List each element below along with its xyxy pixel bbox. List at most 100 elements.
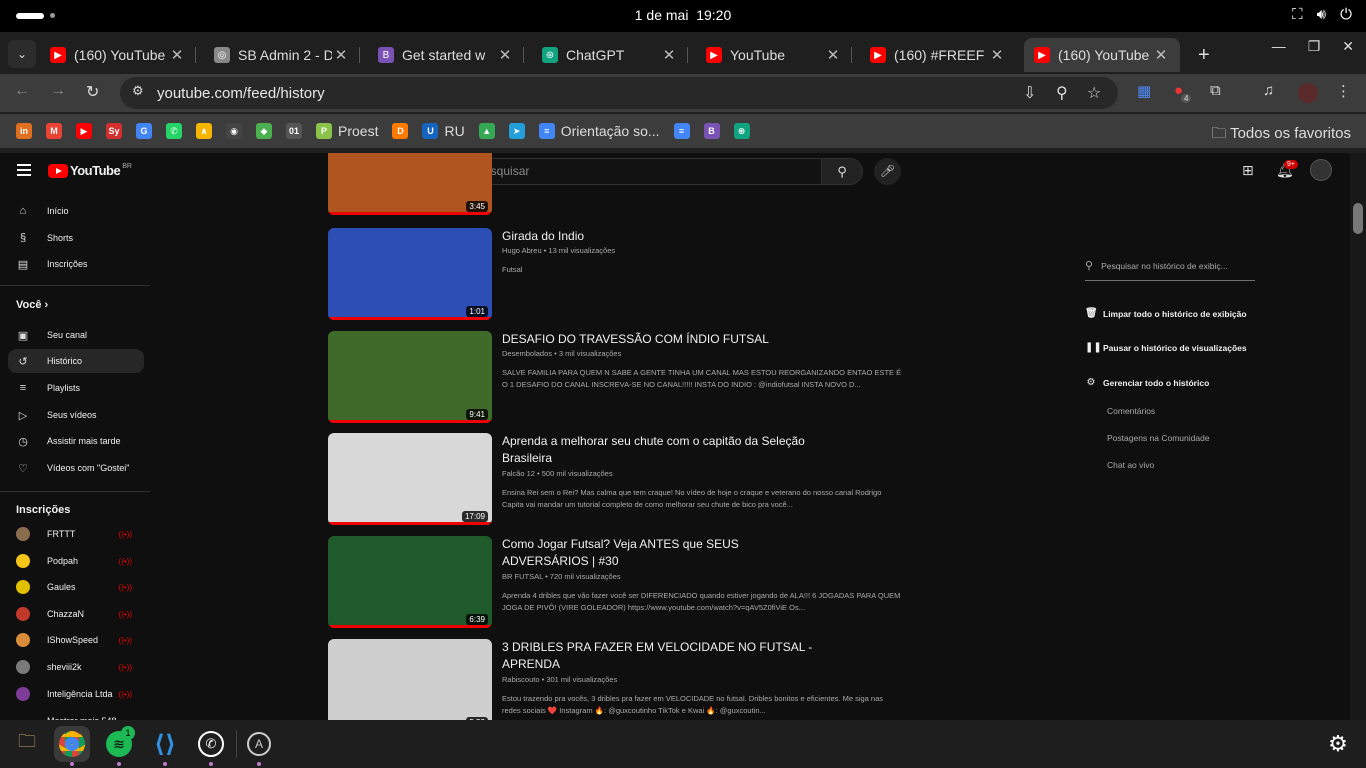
- history-video-item[interactable]: 9:41 DESAFIO DO TRAVESSÃO COM ÍNDIO FUTSA…: [328, 331, 1028, 423]
- back-button[interactable]: ←: [14, 82, 30, 100]
- bookmark-star-icon[interactable]: ☆: [1087, 83, 1101, 103]
- close-tab-icon[interactable]: ✕: [988, 46, 1006, 64]
- site-info-icon[interactable]: ⚙: [132, 83, 144, 99]
- subscription-item[interactable]: Gaules ((•)): [16, 577, 146, 597]
- new-tab-button[interactable]: +: [1188, 38, 1220, 72]
- history-search-input[interactable]: ⚲ Pesquisar no histórico de exibiç...: [1085, 251, 1255, 281]
- forward-button[interactable]: →: [50, 82, 66, 100]
- all-bookmarks-folder[interactable]: 🗀 Todos os favoritos: [1211, 123, 1351, 148]
- close-tab-icon[interactable]: ✕: [660, 46, 678, 64]
- bookmark-18[interactable]: B: [700, 119, 724, 143]
- clear-history-button[interactable]: 🗑︎ Limpar todo o histórico de exibição: [1085, 308, 1247, 319]
- video-title[interactable]: Girada do Indio: [502, 228, 822, 245]
- bookmark-5[interactable]: G: [132, 119, 156, 143]
- bookmark-8[interactable]: ◉: [222, 119, 246, 143]
- video-title[interactable]: 3 DRIBLES PRA FAZER EM VELOCIDADE NO FUT…: [502, 639, 822, 673]
- video-title[interactable]: Aprenda a melhorar seu chute com o capit…: [502, 433, 822, 467]
- youtube-logo[interactable]: YouTube BR: [48, 163, 132, 178]
- bookmark-11[interactable]: P Proest: [312, 119, 382, 143]
- power-icon[interactable]: ⏻: [1340, 6, 1352, 23]
- subscription-item[interactable]: sheviii2k ((•)): [16, 657, 146, 677]
- sidebar-item-you-4[interactable]: ◷ Assistir mais tarde: [8, 429, 144, 453]
- tab-search-button[interactable]: ⌄: [8, 40, 36, 68]
- history-video-item[interactable]: 3:45: [328, 153, 1028, 215]
- you-section-header[interactable]: Você ›: [16, 299, 48, 311]
- software-updater-app[interactable]: A: [241, 726, 277, 762]
- history-video-item[interactable]: 6:39 Como Jogar Futsal? Veja ANTES que SE…: [328, 536, 1028, 628]
- extensions-puzzle-icon[interactable]: ⧉: [1210, 82, 1221, 99]
- bookmark-12[interactable]: D: [388, 119, 412, 143]
- maximize-button[interactable]: ❐: [1308, 38, 1321, 55]
- history-video-item[interactable]: 17:09 Aprenda a melhorar seu chute com o …: [328, 433, 1028, 525]
- minimize-button[interactable]: —: [1272, 38, 1286, 55]
- sidebar-item-1[interactable]: § Shorts: [8, 226, 144, 250]
- bookmark-10[interactable]: 01: [282, 119, 306, 143]
- bookmark-7[interactable]: ∧: [192, 119, 216, 143]
- volume-icon[interactable]: 🔊︎: [1317, 6, 1326, 23]
- page-scrollbar[interactable]: [1350, 153, 1366, 720]
- channel-name[interactable]: Desembolados: [502, 349, 552, 358]
- bookmark-9[interactable]: ◆: [252, 119, 276, 143]
- bookmark-2[interactable]: M: [42, 119, 66, 143]
- video-thumbnail[interactable]: 17:09: [328, 433, 492, 525]
- bookmark-4[interactable]: Sy: [102, 119, 126, 143]
- install-app-icon[interactable]: ⇩: [1023, 83, 1036, 103]
- history-video-item[interactable]: 1:01 Girada do Indio Hugo Abreu • 13 mil v…: [328, 228, 1028, 320]
- sidebar-item-you-5[interactable]: ♡ Vídeos com "Gostei": [8, 456, 144, 480]
- subscription-item[interactable]: ChazzaN ((•)): [16, 604, 146, 624]
- tab-4[interactable]: ⊛ ChatGPT ✕: [532, 38, 688, 72]
- bookmark-15[interactable]: ➤: [505, 119, 529, 143]
- video-thumbnail[interactable]: 1:01: [328, 228, 492, 320]
- media-control-icon[interactable]: ♫: [1263, 82, 1274, 99]
- bookmark-17[interactable]: ≡: [670, 119, 694, 143]
- close-tab-icon[interactable]: ✕: [496, 46, 514, 64]
- whatsapp-app[interactable]: ✆: [193, 726, 229, 762]
- bookmark-3[interactable]: ▶: [72, 119, 96, 143]
- zoom-icon[interactable]: ⚲: [1056, 83, 1068, 103]
- subscription-item[interactable]: IShowSpeed ((•)): [16, 630, 146, 650]
- chrome-app[interactable]: [54, 726, 90, 762]
- channel-name[interactable]: Hugo Abreu: [502, 246, 542, 255]
- close-window-button[interactable]: ✕: [1342, 38, 1354, 55]
- video-thumbnail[interactable]: 5:52: [328, 639, 492, 720]
- tab-2[interactable]: ◎ SB Admin 2 - D ✕: [204, 38, 360, 72]
- files-app[interactable]: 🗀: [9, 726, 45, 762]
- tab-1[interactable]: ▶ (160) YouTube ✕: [40, 38, 196, 72]
- show-apps-button[interactable]: ⚙: [1320, 726, 1356, 762]
- translate-extension-icon[interactable]: ▦: [1137, 82, 1151, 100]
- bookmark-16[interactable]: ≡ Orientação so...: [535, 119, 664, 143]
- show-more-button[interactable]: ⌄Mostrar mais 548: [16, 711, 146, 721]
- channel-name[interactable]: Rabiscouto: [502, 675, 540, 684]
- sidebar-item-0[interactable]: ⌂ Início: [8, 199, 144, 223]
- reload-button[interactable]: ↻: [86, 82, 99, 102]
- profile-avatar[interactable]: [1298, 83, 1318, 103]
- pause-history-button[interactable]: ❚❚ Pausar o histórico de visualizações: [1085, 342, 1247, 353]
- tab-7[interactable]: ▶ (160) YouTube ✕: [1024, 38, 1180, 72]
- close-tab-icon[interactable]: ✕: [1152, 46, 1170, 64]
- channel-name[interactable]: Falcão 12: [502, 469, 535, 478]
- video-title[interactable]: Como Jogar Futsal? Veja ANTES que SEUS A…: [502, 536, 822, 570]
- video-thumbnail[interactable]: 9:41: [328, 331, 492, 423]
- network-icon[interactable]: ⛶: [1292, 6, 1303, 23]
- bookmark-14[interactable]: ▲: [475, 119, 499, 143]
- scrollbar-thumb[interactable]: [1353, 203, 1363, 234]
- live-chat-link[interactable]: Chat ao vivo: [1107, 460, 1154, 470]
- subscription-item[interactable]: Podpah ((•)): [16, 551, 146, 571]
- bookmark-1[interactable]: in: [12, 119, 36, 143]
- close-tab-icon[interactable]: ✕: [168, 46, 186, 64]
- video-title[interactable]: DESAFIO DO TRAVESSÃO COM ÍNDIO FUTSAL: [502, 331, 822, 348]
- sidebar-item-you-1[interactable]: ↺ Histórico: [8, 349, 144, 373]
- comments-link[interactable]: Comentários: [1107, 406, 1155, 416]
- subscription-item[interactable]: FRTTT ((•)): [16, 524, 146, 544]
- omnibox[interactable]: ⚙ youtube.com/feed/history ⇩ ⚲ ☆: [120, 77, 1118, 109]
- community-posts-link[interactable]: Postagens na Comunidade: [1107, 433, 1210, 443]
- chrome-menu-icon[interactable]: ⋮: [1336, 82, 1351, 100]
- tab-6[interactable]: ▶ (160) #FREEF ✕: [860, 38, 1016, 72]
- sidebar-item-you-2[interactable]: ≡ Playlists: [8, 376, 144, 400]
- video-thumbnail[interactable]: 3:45: [328, 153, 492, 215]
- url-text[interactable]: youtube.com/feed/history: [157, 85, 325, 102]
- close-tab-icon[interactable]: ✕: [332, 46, 350, 64]
- system-clock[interactable]: 1 de mai 19:20: [0, 7, 1366, 23]
- bookmark-6[interactable]: ✆: [162, 119, 186, 143]
- vscode-app[interactable]: ⟨⟩: [147, 726, 183, 762]
